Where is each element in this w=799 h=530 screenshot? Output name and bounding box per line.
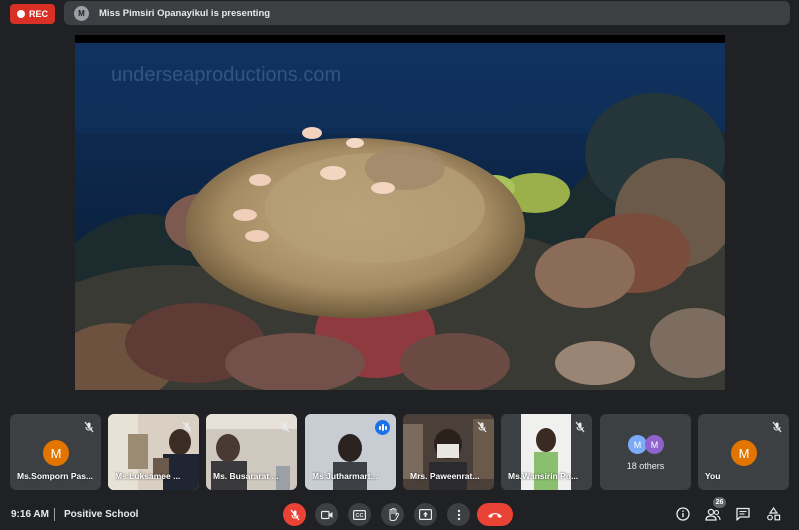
others-avatar: M (645, 435, 664, 454)
self-tile[interactable]: M You (698, 414, 789, 490)
meeting-name: Positive School (64, 509, 139, 520)
people-icon (705, 508, 721, 521)
participant-name: Ms.Luksamee ... (115, 471, 181, 481)
mic-off-icon (280, 421, 290, 433)
present-now-button[interactable] (414, 503, 437, 526)
participant-tile[interactable]: Mrs. Paweenrat... (403, 414, 494, 490)
video-watermark: underseaproductions.com (111, 64, 341, 86)
participant-name: Ms.Somporn Pas... (17, 471, 94, 481)
recording-label: REC (28, 9, 48, 19)
participant-name: Ms.Wansirin Po... (508, 471, 579, 481)
chat-icon (736, 507, 750, 521)
hang-up-icon (488, 512, 502, 518)
participant-name: Ms.Jutharmart... (312, 471, 378, 481)
presenter-avatar: M (74, 5, 89, 21)
captions-icon: CC (353, 509, 366, 520)
participant-tile[interactable]: Ms.Wansirin Po... (501, 414, 592, 490)
mic-off-icon (772, 421, 782, 433)
divider (54, 508, 55, 521)
presentation-video: underseaproductions.com (75, 43, 725, 390)
activities-icon (766, 507, 780, 521)
participant-name: Ms. Busararat ... (213, 471, 279, 481)
mic-off-icon (477, 421, 487, 433)
raise-hand-button[interactable] (381, 503, 404, 526)
chat-button[interactable] (734, 505, 752, 523)
mic-off-icon (84, 421, 94, 433)
participant-tile[interactable]: Ms. Busararat ... (206, 414, 297, 490)
camera-toggle-button[interactable] (315, 503, 338, 526)
svg-text:CC: CC (356, 513, 364, 519)
participant-name: Mrs. Paweenrat... (410, 471, 480, 481)
shared-screen[interactable]: underseaproductions.com (75, 35, 725, 390)
more-vert-icon (457, 509, 460, 520)
meeting-details-button[interactable] (674, 505, 692, 523)
presenting-banner: M Miss Pimsiri Opanayikul is presenting (64, 1, 790, 25)
mic-off-icon (290, 509, 299, 520)
camera-icon (320, 510, 332, 519)
info-icon (676, 507, 690, 521)
bottom-bar: 9:16 AM Positive School CC (0, 500, 799, 530)
participant-tile[interactable]: Ms.Jutharmart... (305, 414, 396, 490)
hand-icon (389, 508, 399, 521)
mic-off-icon (182, 421, 192, 433)
participant-tile[interactable]: M Ms.Somporn Pas... (10, 414, 101, 490)
participant-tile[interactable]: Ms.Luksamee ... (108, 414, 199, 490)
activities-button[interactable] (764, 505, 782, 523)
participant-avatar: M (43, 440, 69, 466)
mic-toggle-button[interactable] (283, 503, 306, 526)
others-tile[interactable]: M M 18 others (600, 414, 691, 490)
present-screen-icon (419, 509, 432, 520)
self-name: You (705, 471, 721, 481)
others-count: 18 others (626, 461, 665, 471)
leave-call-button[interactable] (477, 503, 513, 526)
clock: 9:16 AM (11, 509, 49, 520)
self-avatar: M (731, 440, 757, 466)
recording-dot-icon (16, 10, 25, 18)
mic-off-icon (575, 421, 585, 433)
people-count-badge: 26 (713, 497, 726, 508)
speaking-indicator-icon (375, 420, 390, 435)
more-options-button[interactable] (447, 503, 470, 526)
presenting-text: Miss Pimsiri Opanayikul is presenting (99, 7, 271, 19)
recording-badge: REC (10, 4, 55, 24)
captions-button[interactable]: CC (348, 503, 371, 526)
